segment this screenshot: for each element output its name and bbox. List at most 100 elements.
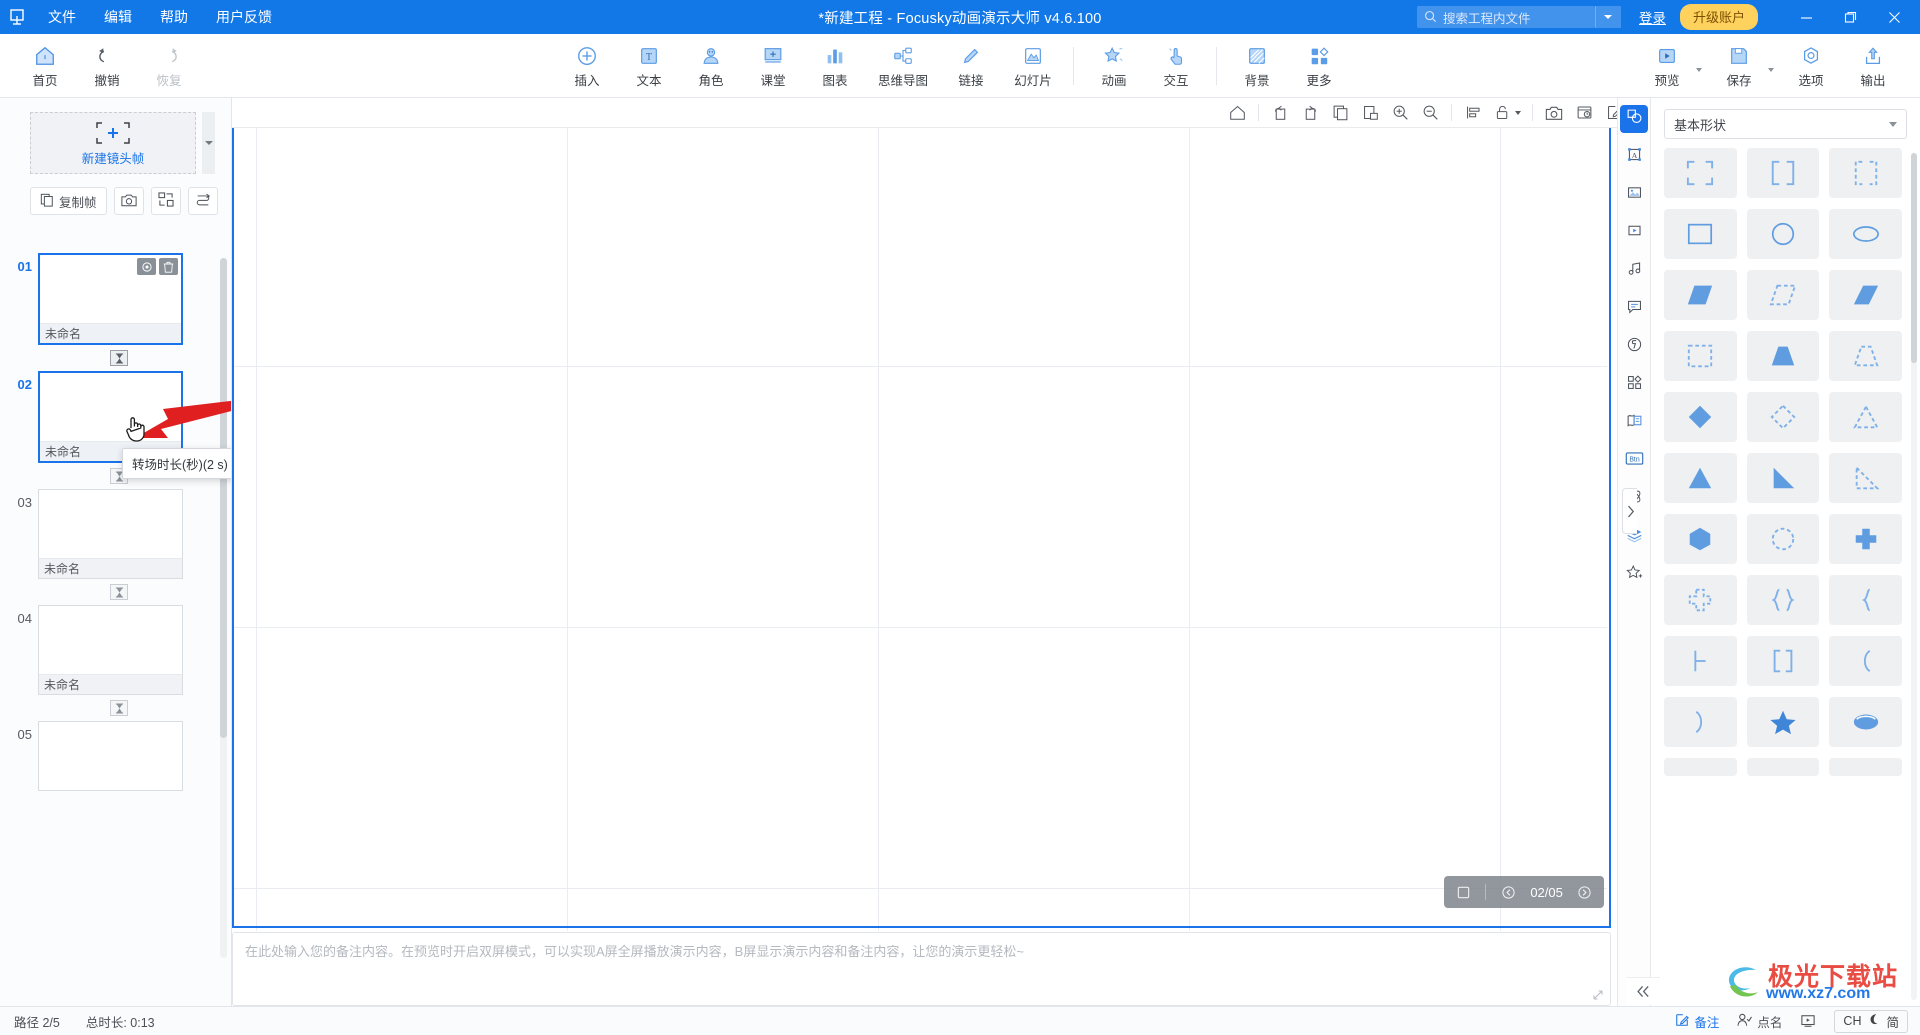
fit-frame-button[interactable] — [150, 187, 181, 215]
paste-button[interactable] — [1355, 100, 1385, 126]
shape-right-paren[interactable] — [1664, 697, 1737, 747]
capture-frame-button[interactable] — [113, 187, 144, 215]
chart-button[interactable]: 图表 — [804, 36, 866, 96]
frames-scrollbar[interactable] — [220, 258, 227, 958]
shape-ellipse[interactable] — [1829, 209, 1902, 259]
copy-button[interactable] — [1325, 100, 1355, 126]
close-button[interactable] — [1872, 0, 1916, 34]
menu-edit[interactable]: 编辑 — [90, 0, 146, 34]
canvas-home-button[interactable] — [1222, 100, 1252, 126]
frame-title[interactable]: 未命名 — [39, 558, 182, 578]
duplicate-frame-button[interactable]: 复制帧 — [30, 187, 107, 215]
frame-card[interactable]: 未命名 — [38, 489, 183, 579]
shape-partial-2[interactable] — [1746, 758, 1820, 776]
record-button[interactable] — [1569, 100, 1599, 126]
rail-shapes[interactable] — [1620, 105, 1648, 133]
menu-feedback[interactable]: 用户反馈 — [202, 0, 286, 34]
shape-triangle-filled[interactable] — [1664, 453, 1737, 503]
shape-circle[interactable] — [1746, 209, 1820, 259]
rail-button[interactable]: Btn — [1620, 447, 1648, 475]
shape-cross-filled[interactable] — [1829, 514, 1902, 564]
pager-stop-icon[interactable] — [1450, 880, 1476, 904]
reorder-path-button[interactable] — [187, 187, 218, 215]
shape-diamond-filled[interactable] — [1664, 392, 1737, 442]
shapes-scrollbar[interactable] — [1911, 153, 1917, 1000]
export-button[interactable]: 输出 — [1842, 36, 1904, 96]
undo-button[interactable]: 撤销 — [76, 36, 138, 96]
shape-partial-1[interactable] — [1664, 758, 1737, 776]
menu-file[interactable]: 文件 — [34, 0, 90, 34]
shape-right-triangle[interactable] — [1746, 453, 1820, 503]
shape-rectangle[interactable] — [1664, 209, 1737, 259]
rail-more[interactable] — [1620, 371, 1648, 399]
shape-square-brackets[interactable] — [1746, 148, 1820, 198]
rotate-left-button[interactable] — [1265, 100, 1295, 126]
rail-form[interactable] — [1620, 409, 1648, 437]
shape-parallelogram-filled[interactable] — [1664, 270, 1737, 320]
frames-scroll-down-button[interactable] — [202, 112, 215, 174]
shape-star-filled[interactable] — [1746, 697, 1820, 747]
maximize-button[interactable] — [1828, 0, 1872, 34]
ime-indicator[interactable]: CH 简 — [1834, 1009, 1908, 1033]
rail-flash[interactable] — [1620, 333, 1648, 361]
shape-category-select[interactable]: 基本形状 — [1664, 109, 1907, 139]
shape-bracket-tee[interactable] — [1664, 636, 1737, 686]
frame-delete-icon[interactable] — [159, 258, 178, 275]
minimize-button[interactable] — [1784, 0, 1828, 34]
rotate-right-button[interactable] — [1295, 100, 1325, 126]
background-button[interactable]: 背景 — [1226, 36, 1288, 96]
shape-parallelogram-dashed[interactable] — [1746, 270, 1820, 320]
transition-duration-button[interactable] — [110, 700, 128, 716]
rail-bubble[interactable] — [1620, 295, 1648, 323]
frame-list-item[interactable]: 05 — [0, 721, 231, 791]
pager-prev-icon[interactable] — [1495, 880, 1521, 904]
save-button[interactable]: 保存 — [1708, 36, 1770, 96]
shape-diamond-dashed[interactable] — [1746, 392, 1820, 442]
shape-square-brackets-2[interactable] — [1746, 636, 1820, 686]
rail-music[interactable] — [1620, 257, 1648, 285]
expand-right-panel-button[interactable] — [1622, 488, 1637, 534]
rail-text[interactable]: A — [1620, 143, 1648, 171]
pager-next-icon[interactable] — [1572, 880, 1598, 904]
shape-partial-3[interactable] — [1829, 758, 1902, 776]
align-button[interactable] — [1458, 100, 1488, 126]
frame-title[interactable]: 未命名 — [39, 674, 182, 694]
frame-card[interactable] — [38, 721, 183, 791]
lock-button[interactable] — [1488, 100, 1526, 126]
new-frame-button[interactable]: 新建镜头帧 — [30, 112, 196, 174]
shape-trapezoid-dashed[interactable] — [1829, 331, 1902, 381]
upgrade-account-button[interactable]: 升级账户 — [1679, 4, 1758, 30]
more-button[interactable]: 更多 — [1288, 36, 1350, 96]
preview-button[interactable]: 预览 — [1636, 36, 1698, 96]
shape-dashed-brackets[interactable] — [1829, 148, 1902, 198]
shape-left-paren[interactable] — [1829, 636, 1902, 686]
search-dropdown-button[interactable] — [1594, 6, 1621, 28]
shape-left-brace[interactable] — [1829, 575, 1902, 625]
rollcall-button[interactable]: 点名 — [1737, 1012, 1782, 1031]
page-navigator[interactable]: 02/05 — [1444, 876, 1604, 908]
classroom-button[interactable]: 课堂 — [742, 36, 804, 96]
shapes-scrollbar-thumb[interactable] — [1911, 153, 1917, 363]
rail-image[interactable] — [1620, 181, 1648, 209]
frame-title[interactable]: 未命名 — [40, 323, 181, 343]
shape-dashed-square[interactable] — [1664, 331, 1737, 381]
shape-trapezoid-filled[interactable] — [1746, 331, 1820, 381]
collapse-rail-button[interactable] — [1626, 977, 1660, 1005]
notes-toggle-button[interactable]: 备注 — [1675, 1012, 1719, 1031]
zoom-in-button[interactable] — [1385, 100, 1415, 126]
shape-parallelogram-solid[interactable] — [1829, 270, 1902, 320]
frame-preview-icon[interactable] — [137, 258, 156, 275]
rail-favorite[interactable] — [1620, 561, 1648, 589]
shape-hexagon-filled[interactable] — [1664, 514, 1737, 564]
screenshot-button[interactable] — [1539, 100, 1569, 126]
rail-video[interactable] — [1620, 219, 1648, 247]
slide-button[interactable]: 幻灯片 — [1002, 36, 1064, 96]
home-button[interactable]: 首页 — [14, 36, 76, 96]
player-mode-button[interactable] — [1800, 1014, 1816, 1028]
notes-input[interactable]: 在此处输入您的备注内容。在预览时开启双屏模式，可以实现A屏全屏播放演示内容，B屏… — [232, 932, 1611, 1006]
menu-help[interactable]: 帮助 — [146, 0, 202, 34]
interaction-button[interactable]: 交互 — [1145, 36, 1207, 96]
shape-corner-brackets[interactable] — [1664, 148, 1737, 198]
shape-curly-braces[interactable] — [1746, 575, 1820, 625]
shape-cross-dashed[interactable] — [1664, 575, 1737, 625]
